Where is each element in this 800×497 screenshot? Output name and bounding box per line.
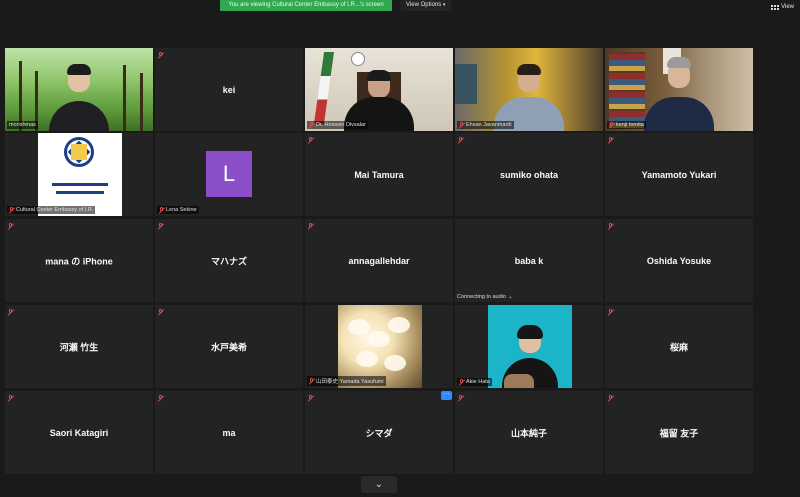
mic-muted-icon bbox=[608, 395, 613, 401]
participant-name: 福留 友子 bbox=[659, 428, 699, 438]
mic-muted-icon bbox=[308, 395, 313, 401]
mic-muted-icon bbox=[459, 379, 464, 385]
participant-label: Ehsan Javanmardi bbox=[457, 121, 514, 129]
grid-icon bbox=[771, 4, 780, 10]
mic-muted-icon bbox=[158, 395, 163, 401]
mic-muted-icon bbox=[9, 207, 14, 213]
participant-tile[interactable]: L Lena Sekine bbox=[155, 133, 303, 216]
mic-muted-icon bbox=[308, 137, 313, 143]
participant-label: Lena Sekine bbox=[157, 206, 199, 214]
participant-tile[interactable]: kei bbox=[155, 48, 303, 131]
mic-muted-icon bbox=[309, 122, 314, 128]
mic-muted-icon bbox=[158, 52, 163, 58]
participant-name: baba k bbox=[514, 255, 544, 266]
audio-status: Connecting to audio ⌄ bbox=[457, 294, 513, 300]
participant-tile[interactable]: morishmas bbox=[5, 48, 153, 131]
view-button[interactable]: View bbox=[771, 4, 794, 10]
mic-muted-icon bbox=[158, 309, 163, 315]
participant-tile[interactable]: Saori Katagiri bbox=[5, 391, 153, 474]
mic-muted-icon bbox=[308, 223, 313, 229]
mic-muted-icon bbox=[8, 309, 13, 315]
participant-tile[interactable]: mana の iPhone bbox=[5, 219, 153, 302]
participant-tile[interactable]: 桜麻 bbox=[605, 305, 753, 388]
profile-picture bbox=[488, 305, 572, 388]
participant-name: 山本純子 bbox=[510, 428, 547, 438]
participant-tile[interactable]: 水戸美希 bbox=[155, 305, 303, 388]
participant-label: Cultural Center Embassy of I.R. bbox=[7, 206, 96, 214]
participant-tile[interactable]: 山本純子 bbox=[455, 391, 603, 474]
top-bar: You are viewing Cultural Center Embassy … bbox=[0, 0, 800, 14]
participant-tile[interactable]: Ehsan Javanmardi bbox=[455, 48, 603, 131]
participant-tile[interactable]: 福留 友子 bbox=[605, 391, 753, 474]
participant-tile[interactable]: baba k Connecting to audio ⌄ bbox=[455, 219, 603, 302]
participant-tile[interactable]: Dr. Hossein Divsalar bbox=[305, 48, 453, 131]
participant-tile[interactable]: Akie Hata bbox=[455, 305, 603, 388]
video-feed bbox=[605, 48, 753, 131]
mic-muted-icon bbox=[608, 223, 613, 229]
participant-label: Akie Hata bbox=[457, 378, 492, 386]
screen-share-banner: You are viewing Cultural Center Embassy … bbox=[220, 0, 392, 11]
participant-tile[interactable]: sumiko ohata bbox=[455, 133, 603, 216]
mic-muted-icon bbox=[8, 223, 13, 229]
participant-label: morishmas bbox=[7, 121, 38, 129]
participant-tile[interactable]: Oshida Yosuke bbox=[605, 219, 753, 302]
participant-name: ma bbox=[222, 427, 236, 438]
mic-muted-icon bbox=[8, 395, 13, 401]
view-button-label: View bbox=[781, 4, 794, 10]
video-feed bbox=[5, 48, 153, 131]
participant-name: Oshida Yosuke bbox=[646, 255, 712, 266]
participant-tile[interactable]: マハナズ bbox=[155, 219, 303, 302]
mic-muted-icon bbox=[609, 122, 614, 128]
chevron-down-icon: ▾ bbox=[442, 2, 446, 8]
participant-name: 水戸美希 bbox=[210, 342, 247, 352]
participant-name: シマダ bbox=[365, 428, 393, 438]
participant-tile[interactable]: 河瀬 竹生 bbox=[5, 305, 153, 388]
mic-muted-icon bbox=[608, 309, 613, 315]
mic-muted-icon bbox=[458, 395, 463, 401]
video-feed bbox=[305, 48, 453, 131]
mic-muted-icon bbox=[608, 137, 613, 143]
participant-tile[interactable]: annagallehdar bbox=[305, 219, 453, 302]
mic-muted-icon bbox=[458, 137, 463, 143]
participant-tile[interactable]: ma bbox=[155, 391, 303, 474]
next-page-button[interactable]: ⌄ bbox=[361, 476, 397, 493]
participant-tile[interactable]: シマダ bbox=[305, 391, 453, 474]
participant-tile[interactable]: Mai Tamura bbox=[305, 133, 453, 216]
view-options-button[interactable]: View Options ▾ bbox=[400, 0, 452, 11]
mic-muted-icon bbox=[159, 207, 164, 213]
participant-label: kenji tomita bbox=[607, 121, 646, 129]
mic-muted-icon bbox=[459, 122, 464, 128]
mic-muted-icon bbox=[309, 378, 314, 384]
view-options-label: View Options bbox=[406, 2, 442, 8]
participant-label: Dr. Hossein Divsalar bbox=[307, 121, 368, 129]
participant-name: 河瀬 竹生 bbox=[59, 342, 99, 352]
participant-name: annagallehdar bbox=[348, 255, 410, 266]
video-feed bbox=[455, 48, 603, 131]
participant-name: Mai Tamura bbox=[354, 169, 404, 180]
avatar: L bbox=[206, 151, 252, 197]
participant-tile[interactable]: Cultural Center Embassy of I.R. bbox=[5, 133, 153, 216]
participant-tile[interactable]: kenji tomita bbox=[605, 48, 753, 131]
participant-tile[interactable]: Yamamoto Yukari bbox=[605, 133, 753, 216]
participant-name: マハナズ bbox=[210, 256, 247, 266]
participant-label: 山田泰史 Yamada Yasufumi bbox=[307, 376, 386, 386]
mic-muted-icon bbox=[158, 223, 163, 229]
participant-name: Saori Katagiri bbox=[49, 427, 109, 438]
participant-name: mana の iPhone bbox=[45, 256, 113, 266]
more-options-button[interactable]: ··· bbox=[441, 391, 452, 400]
participant-tile[interactable]: 山田泰史 Yamada Yasufumi bbox=[305, 305, 453, 388]
chevron-down-icon: ⌄ bbox=[507, 294, 513, 300]
participant-name: 桜麻 bbox=[669, 342, 688, 352]
participant-name: kei bbox=[222, 84, 236, 95]
participant-name: Yamamoto Yukari bbox=[641, 169, 717, 180]
organization-logo bbox=[38, 133, 122, 216]
participant-name: sumiko ohata bbox=[499, 169, 558, 180]
